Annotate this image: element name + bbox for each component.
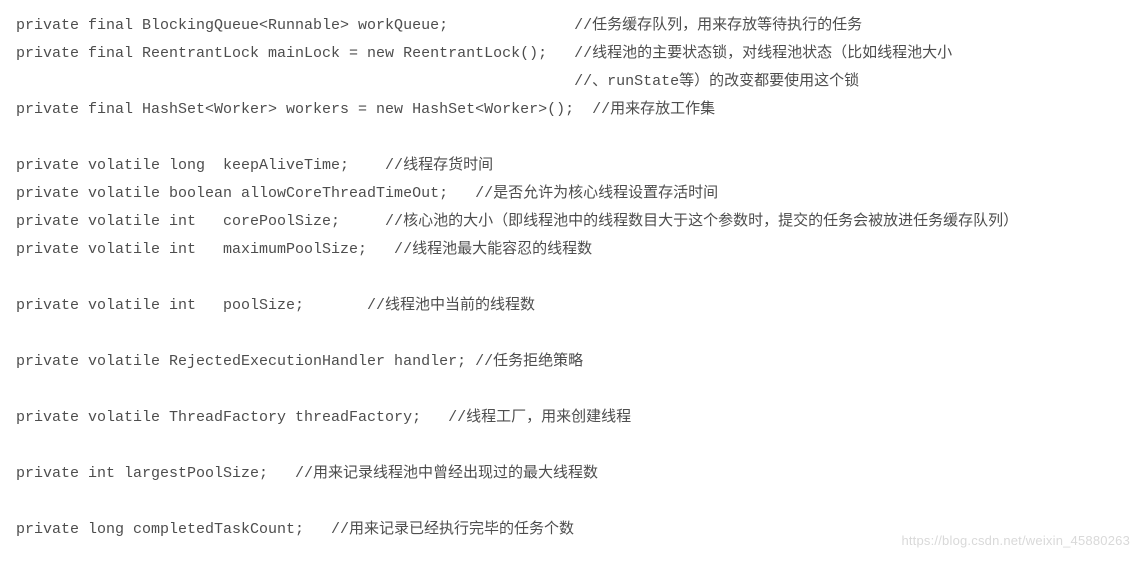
code-block: private final BlockingQueue<Runnable> wo… <box>16 12 1128 544</box>
